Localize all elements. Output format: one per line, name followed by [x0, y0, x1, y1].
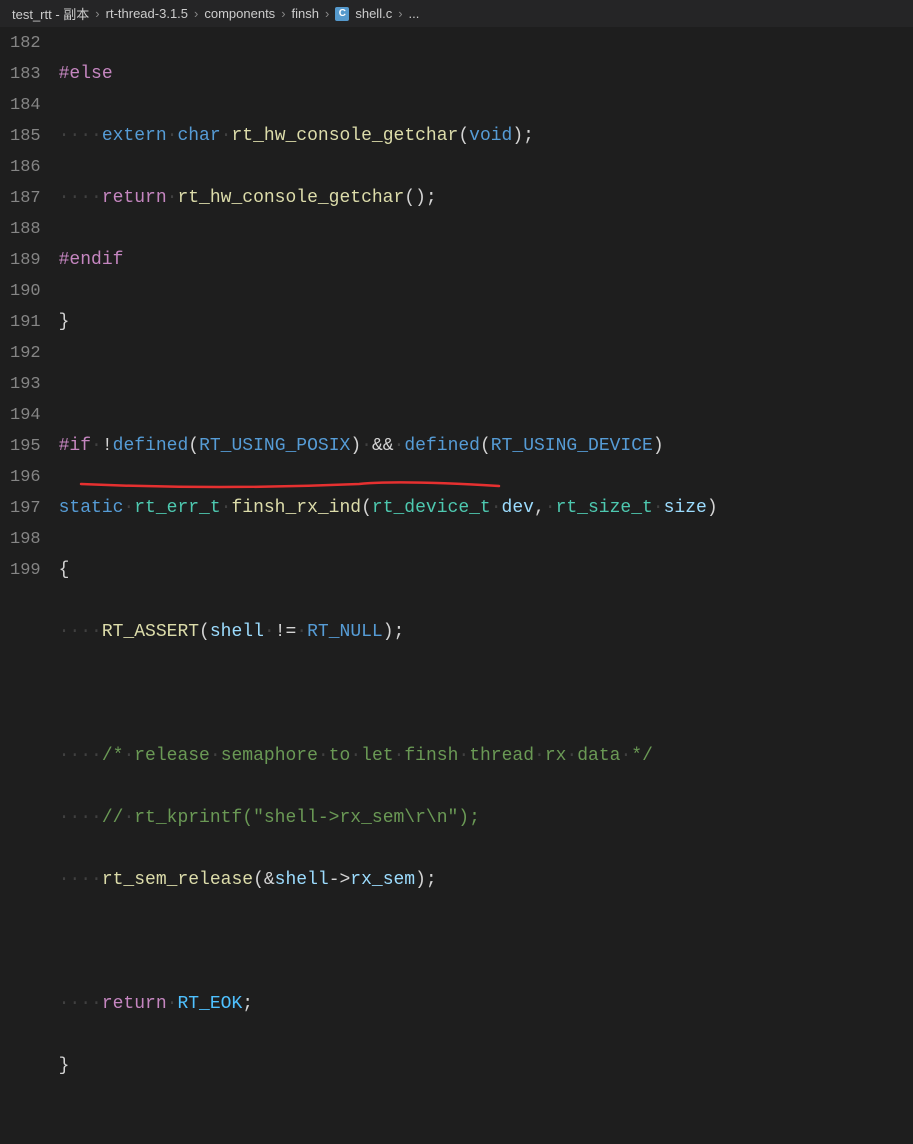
- line-number: 199: [10, 555, 41, 586]
- line-number: 195: [10, 431, 41, 462]
- brace: }: [59, 312, 70, 332]
- type: rt_err_t: [134, 498, 220, 518]
- chevron-right-icon: ›: [194, 6, 198, 21]
- variable: shell: [210, 622, 264, 642]
- code-line[interactable]: ····return·RT_EOK;: [59, 989, 913, 1020]
- line-number: 192: [10, 338, 41, 369]
- line-number: 196: [10, 462, 41, 493]
- code-line[interactable]: }: [59, 307, 913, 338]
- breadcrumb-part[interactable]: test_rtt - 副本: [12, 4, 89, 23]
- breadcrumb-part[interactable]: rt-thread-3.1.5: [106, 6, 188, 21]
- line-number: 193: [10, 369, 41, 400]
- function-name: rt_hw_console_getchar: [177, 188, 404, 208]
- comment: /*·release·semaphore·to·let·finsh·thread…: [102, 746, 653, 766]
- operator: !: [102, 436, 113, 456]
- code-editor[interactable]: 182 183 184 185 186 187 188 189 190 191 …: [0, 28, 913, 574]
- code-line[interactable]: #else: [59, 59, 913, 90]
- keyword: return: [102, 994, 167, 1014]
- code-line[interactable]: [59, 679, 913, 710]
- line-number: 197: [10, 493, 41, 524]
- breadcrumb-part[interactable]: ...: [409, 6, 420, 21]
- function-name: RT_ASSERT: [102, 622, 199, 642]
- code-line[interactable]: [59, 927, 913, 958]
- keyword: defined: [404, 436, 480, 456]
- keyword: void: [469, 126, 512, 146]
- macro: RT_NULL: [307, 622, 383, 642]
- c-file-icon: C: [335, 7, 349, 21]
- line-number: 198: [10, 524, 41, 555]
- code-line[interactable]: ····RT_ASSERT(shell·!=·RT_NULL);: [59, 617, 913, 648]
- line-number: 183: [10, 59, 41, 90]
- constant: RT_EOK: [177, 994, 242, 1014]
- macro: RT_USING_DEVICE: [491, 436, 653, 456]
- operator: &&: [372, 436, 394, 456]
- type: rt_size_t: [556, 498, 653, 518]
- comment: //·rt_kprintf("shell->rx_sem\r\n");: [102, 808, 480, 828]
- preprocessor: #if: [59, 436, 91, 456]
- line-number: 184: [10, 90, 41, 121]
- function-name: rt_sem_release: [102, 870, 253, 890]
- line-number: 194: [10, 400, 41, 431]
- code-line[interactable]: ····/*·release·semaphore·to·let·finsh·th…: [59, 741, 913, 772]
- code-line[interactable]: ····extern·char·rt_hw_console_getchar(vo…: [59, 121, 913, 152]
- line-number-gutter: 182 183 184 185 186 187 188 189 190 191 …: [0, 28, 59, 574]
- line-number: 186: [10, 152, 41, 183]
- variable: shell: [275, 870, 329, 890]
- brace: }: [59, 1056, 70, 1076]
- keyword: static: [59, 498, 124, 518]
- brace: {: [59, 560, 70, 580]
- code-line[interactable]: #endif: [59, 245, 913, 276]
- code-line[interactable]: ····return·rt_hw_console_getchar();: [59, 183, 913, 214]
- code-line[interactable]: [59, 369, 913, 400]
- code-line[interactable]: static·rt_err_t·finsh_rx_ind(rt_device_t…: [59, 493, 913, 524]
- code-line[interactable]: #if·!defined(RT_USING_POSIX)·&&·defined(…: [59, 431, 913, 462]
- code-line[interactable]: {: [59, 555, 913, 586]
- function-name: finsh_rx_ind: [231, 498, 361, 518]
- keyword: defined: [113, 436, 189, 456]
- chevron-right-icon: ›: [281, 6, 285, 21]
- chevron-right-icon: ›: [325, 6, 329, 21]
- line-number: 190: [10, 276, 41, 307]
- code-content[interactable]: #else ····extern·char·rt_hw_console_getc…: [59, 28, 913, 574]
- keyword: extern: [102, 126, 167, 146]
- chevron-right-icon: ›: [95, 6, 99, 21]
- keyword: char: [177, 126, 220, 146]
- line-number: 185: [10, 121, 41, 152]
- parameter: size: [664, 498, 707, 518]
- breadcrumb[interactable]: test_rtt - 副本 › rt-thread-3.1.5 › compon…: [0, 0, 913, 28]
- code-line[interactable]: ····//·rt_kprintf("shell->rx_sem\r\n");: [59, 803, 913, 834]
- line-number: 191: [10, 307, 41, 338]
- code-line[interactable]: [59, 1113, 913, 1144]
- line-number: 187: [10, 183, 41, 214]
- macro: RT_USING_POSIX: [199, 436, 350, 456]
- code-line[interactable]: ····rt_sem_release(&shell->rx_sem);: [59, 865, 913, 896]
- line-number: 182: [10, 28, 41, 59]
- parameter: dev: [502, 498, 534, 518]
- breadcrumb-part[interactable]: finsh: [292, 6, 319, 21]
- member: rx_sem: [350, 870, 415, 890]
- code-line[interactable]: }: [59, 1051, 913, 1082]
- function-name: rt_hw_console_getchar: [231, 126, 458, 146]
- breadcrumb-part[interactable]: shell.c: [355, 6, 392, 21]
- preprocessor: #endif: [59, 250, 124, 270]
- keyword: return: [102, 188, 167, 208]
- line-number: 189: [10, 245, 41, 276]
- line-number: 188: [10, 214, 41, 245]
- breadcrumb-part[interactable]: components: [204, 6, 275, 21]
- preprocessor: #else: [59, 64, 113, 84]
- type: rt_device_t: [372, 498, 491, 518]
- chevron-right-icon: ›: [398, 6, 402, 21]
